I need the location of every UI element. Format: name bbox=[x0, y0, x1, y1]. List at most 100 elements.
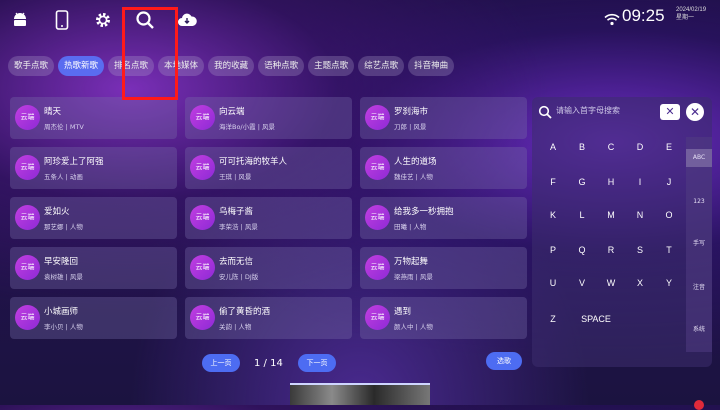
song-meta: 颜人中 | 人物 bbox=[394, 323, 433, 331]
date-text: 2024/02/19 bbox=[676, 7, 707, 13]
tab-8[interactable]: 抖音神曲 bbox=[408, 56, 455, 76]
next-page-button[interactable]: 下一页 bbox=[298, 354, 336, 372]
clock-time: 09:25 bbox=[622, 6, 665, 25]
top-bar: 09:25 2024/02/19 星期一 bbox=[0, 0, 720, 40]
clock-date: 2024/02/19 星期一 bbox=[676, 6, 706, 22]
select-song-button[interactable]: 选歌 bbox=[486, 352, 522, 370]
song-card[interactable]: 云端 向云端 海洋Bo/小霞 | 风景 bbox=[185, 97, 352, 139]
tab-0[interactable]: 歌手点歌 bbox=[8, 56, 55, 76]
song-title: 向云端 bbox=[219, 107, 245, 117]
tab-5[interactable]: 语种点歌 bbox=[258, 56, 305, 76]
key-c[interactable]: C bbox=[600, 138, 622, 156]
song-card[interactable]: 云端 万物起舞 梁燕雨 | 风景 bbox=[360, 247, 527, 289]
key-d[interactable]: D bbox=[629, 138, 651, 156]
song-card[interactable]: 云端 爱如火 那艺娜 | 人物 bbox=[10, 197, 177, 239]
song-meta: 周杰伦 | MTV bbox=[44, 123, 84, 131]
key-e[interactable]: E bbox=[658, 138, 680, 156]
song-card[interactable]: 云端 小城画师 李小贝 | 人物 bbox=[10, 297, 177, 339]
song-meta: 李荣浩 | 风景 bbox=[219, 223, 258, 231]
key-x[interactable]: X bbox=[629, 274, 651, 292]
gear-icon[interactable] bbox=[93, 10, 113, 30]
key-v[interactable]: V bbox=[571, 274, 593, 292]
cloud-download-icon[interactable] bbox=[177, 10, 197, 30]
song-title: 人生的道场 bbox=[394, 157, 437, 167]
key-r[interactable]: R bbox=[600, 241, 622, 259]
song-meta: 王琪 | 风景 bbox=[219, 173, 252, 181]
key-k[interactable]: K bbox=[542, 206, 564, 224]
key-n[interactable]: N bbox=[629, 206, 651, 224]
key-w[interactable]: W bbox=[600, 274, 622, 292]
song-card[interactable]: 云端 阿珍爱上了阿强 五条人 | 动画 bbox=[10, 147, 177, 189]
key-h[interactable]: H bbox=[600, 173, 622, 191]
key-s[interactable]: S bbox=[629, 241, 651, 259]
song-title: 晴天 bbox=[44, 107, 62, 117]
song-title: 偷了黄昏的酒 bbox=[219, 307, 271, 317]
song-title: 去而无信 bbox=[219, 257, 254, 267]
key-z[interactable]: Z bbox=[542, 310, 564, 328]
key-i[interactable]: I bbox=[629, 173, 651, 191]
song-card[interactable]: 云端 罗刹海市 刀郎 | 风景 bbox=[360, 97, 527, 139]
song-title: 早安隆回 bbox=[44, 257, 79, 267]
key-u[interactable]: U bbox=[542, 274, 564, 292]
key-p[interactable]: P bbox=[542, 241, 564, 259]
prev-page-button[interactable]: 上一页 bbox=[202, 354, 240, 372]
song-card[interactable]: 云端 遇到 颜人中 | 人物 bbox=[360, 297, 527, 339]
key-m[interactable]: M bbox=[600, 206, 622, 224]
cloud-badge: 云端 bbox=[15, 255, 40, 280]
input-mode-0[interactable]: ABC bbox=[686, 149, 712, 167]
input-mode-1[interactable]: 123 bbox=[686, 193, 712, 211]
close-icon[interactable]: ✕ bbox=[686, 103, 704, 121]
search-input[interactable]: 请输入首字母搜索 bbox=[536, 102, 680, 122]
input-mode-3[interactable]: 注音 bbox=[686, 279, 712, 297]
song-card[interactable]: 云端 乌梅子酱 李荣浩 | 风景 bbox=[185, 197, 352, 239]
notification-dot bbox=[694, 400, 704, 410]
tab-7[interactable]: 综艺点歌 bbox=[358, 56, 405, 76]
delete-icon[interactable]: ✕ bbox=[660, 104, 680, 120]
key-g[interactable]: G bbox=[571, 173, 593, 191]
song-card[interactable]: 云端 偷了黄昏的酒 关韵 | 人物 bbox=[185, 297, 352, 339]
song-card[interactable]: 云端 人生的道场 魏佳艺 | 人物 bbox=[360, 147, 527, 189]
key-b[interactable]: B bbox=[571, 138, 593, 156]
cloud-badge: 云端 bbox=[190, 255, 215, 280]
cloud-badge: 云端 bbox=[190, 105, 215, 130]
cloud-badge: 云端 bbox=[190, 205, 215, 230]
cloud-badge: 云端 bbox=[365, 205, 390, 230]
key-space[interactable]: SPACE bbox=[578, 310, 614, 328]
song-card[interactable]: 云端 早安隆回 袁树雄 | 风景 bbox=[10, 247, 177, 289]
song-title: 万物起舞 bbox=[394, 257, 429, 267]
tab-1[interactable]: 热歌新歌 bbox=[58, 56, 105, 76]
song-card[interactable]: 云端 晴天 周杰伦 | MTV bbox=[10, 97, 177, 139]
key-a[interactable]: A bbox=[542, 138, 564, 156]
input-mode-4[interactable]: 系统 bbox=[686, 321, 712, 339]
key-t[interactable]: T bbox=[658, 241, 680, 259]
key-y[interactable]: Y bbox=[658, 274, 680, 292]
key-f[interactable]: F bbox=[542, 173, 564, 191]
key-q[interactable]: Q bbox=[571, 241, 593, 259]
page-indicator: 1 / 14 bbox=[254, 358, 283, 369]
song-card[interactable]: 云端 可可托海的牧羊人 王琪 | 风景 bbox=[185, 147, 352, 189]
song-card[interactable]: 云端 给我多一秒拥抱 田曦 | 人物 bbox=[360, 197, 527, 239]
song-card[interactable]: 云端 去而无信安儿陈 | DJ版 bbox=[185, 247, 352, 289]
video-thumbnail[interactable] bbox=[290, 385, 430, 405]
input-mode-2[interactable]: 手写 bbox=[686, 235, 712, 253]
search-field-icon bbox=[538, 105, 552, 119]
song-meta: 五条人 | 动画 bbox=[44, 173, 83, 181]
cloud-badge: 云端 bbox=[365, 105, 390, 130]
cloud-badge: 云端 bbox=[365, 155, 390, 180]
song-title: 遇到 bbox=[394, 307, 412, 317]
song-meta: 田曦 | 人物 bbox=[394, 223, 427, 231]
cloud-badge: 云端 bbox=[15, 305, 40, 330]
android-icon[interactable] bbox=[10, 10, 30, 30]
key-j[interactable]: J bbox=[658, 173, 680, 191]
phone-icon[interactable] bbox=[52, 10, 72, 30]
category-tabs: 歌手点歌 热歌新歌 排名点歌 本地媒体 我的收藏 语种点歌 主题点歌 综艺点歌 抖音神曲 bbox=[8, 56, 455, 76]
tab-6[interactable]: 主题点歌 bbox=[308, 56, 355, 76]
song-meta: 李小贝 | 人物 bbox=[44, 323, 83, 331]
song-title: 可可托海的牧羊人 bbox=[219, 157, 288, 167]
song-meta: 安儿陈 | DJ版 bbox=[219, 273, 259, 281]
cloud-badge: 云端 bbox=[190, 155, 215, 180]
song-title: 给我多一秒拥抱 bbox=[394, 207, 454, 217]
tab-4[interactable]: 我的收藏 bbox=[208, 56, 255, 76]
key-l[interactable]: L bbox=[571, 206, 593, 224]
key-o[interactable]: O bbox=[658, 206, 680, 224]
